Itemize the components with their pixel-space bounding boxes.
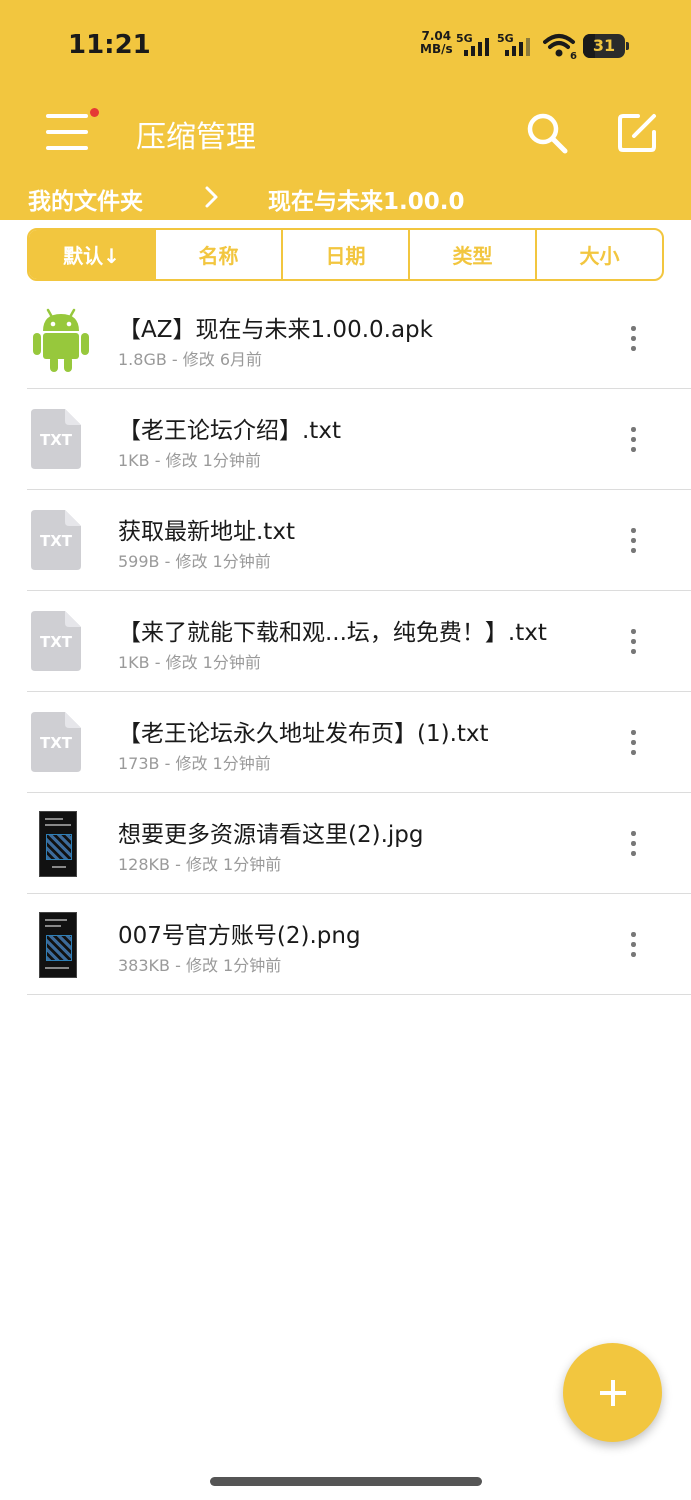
svg-text:TXT: TXT <box>40 633 73 651</box>
file-name: 【AZ】现在与未来1.00.0.apk <box>118 317 433 343</box>
more-options-icon[interactable] <box>623 829 643 859</box>
status-time: 11:21 <box>68 30 151 60</box>
sort-tab-default[interactable]: 默认↓ <box>29 230 156 279</box>
more-options-icon[interactable] <box>623 324 643 354</box>
battery-level: 31 <box>592 36 616 55</box>
breadcrumb: 我的文件夹 现在与未来1.00.0 <box>0 178 691 218</box>
file-row[interactable]: TXT 【老王论坛永久地址发布页】(1).txt 173B - 修改 1分钟前 <box>27 692 691 793</box>
file-row[interactable]: TXT 【来了就能下载和观...坛，纯免费！】.txt 1KB - 修改 1分钟… <box>27 591 691 692</box>
sort-tab-type[interactable]: 类型 <box>410 230 537 279</box>
file-row[interactable]: TXT 获取最新地址.txt 599B - 修改 1分钟前 <box>27 490 691 591</box>
file-meta: 1.8GB - 修改 6月前 <box>118 350 263 369</box>
wifi-badge: 6 <box>570 51 577 61</box>
file-name: 获取最新地址.txt <box>118 519 295 545</box>
file-meta: 128KB - 修改 1分钟前 <box>118 855 282 874</box>
sort-tabs: 默认↓ 名称 日期 类型 大小 <box>27 228 664 281</box>
more-options-icon[interactable] <box>623 526 643 556</box>
txt-file-icon: TXT <box>31 409 81 469</box>
image-thumbnail <box>39 811 77 877</box>
txt-file-icon: TXT <box>31 510 81 570</box>
file-row[interactable]: 想要更多资源请看这里(2).jpg 128KB - 修改 1分钟前 <box>27 793 691 894</box>
search-icon[interactable] <box>524 110 570 156</box>
battery-icon: 31 <box>583 34 629 58</box>
status-bar: 11:21 7.04 MB/s 5G 5G 6 31 <box>0 0 691 90</box>
file-name: 想要更多资源请看这里(2).jpg <box>118 822 424 848</box>
notification-dot <box>90 108 99 117</box>
chevron-right-icon <box>200 180 224 218</box>
more-options-icon[interactable] <box>623 930 643 960</box>
file-name: 【老王论坛永久地址发布页】(1).txt <box>118 721 489 747</box>
more-options-icon[interactable] <box>623 425 643 455</box>
file-meta: 173B - 修改 1分钟前 <box>118 754 271 773</box>
add-fab-button[interactable] <box>563 1343 662 1442</box>
edit-icon[interactable] <box>614 110 660 156</box>
txt-file-icon: TXT <box>31 611 81 671</box>
txt-file-icon: TXT <box>31 712 81 772</box>
file-row[interactable]: 007号官方账号(2).png 383KB - 修改 1分钟前 <box>27 894 691 995</box>
file-row[interactable]: 【AZ】现在与未来1.00.0.apk 1.8GB - 修改 6月前 <box>27 288 691 389</box>
sort-tab-name[interactable]: 名称 <box>156 230 283 279</box>
breadcrumb-current[interactable]: 现在与未来1.00.0 <box>268 182 465 216</box>
svg-text:TXT: TXT <box>40 431 73 449</box>
file-name: 【来了就能下载和观...坛，纯免费！】.txt <box>118 620 547 646</box>
file-meta: 599B - 修改 1分钟前 <box>118 552 271 571</box>
wifi-icon: 6 <box>543 33 579 65</box>
breadcrumb-root[interactable]: 我的文件夹 <box>28 182 143 216</box>
home-indicator[interactable] <box>210 1477 482 1486</box>
svg-text:TXT: TXT <box>40 532 73 550</box>
more-options-icon[interactable] <box>623 728 643 758</box>
file-name: 【老王论坛介绍】.txt <box>118 418 341 444</box>
svg-text:TXT: TXT <box>40 734 73 752</box>
hamburger-menu-icon[interactable] <box>44 108 99 154</box>
file-meta: 1KB - 修改 1分钟前 <box>118 653 261 672</box>
sort-tab-size[interactable]: 大小 <box>537 230 662 279</box>
file-name: 007号官方账号(2).png <box>118 923 361 949</box>
file-list: 【AZ】现在与未来1.00.0.apk 1.8GB - 修改 6月前 TXT 【… <box>0 288 691 995</box>
toolbar: 压缩管理 <box>0 92 691 172</box>
network-speed: 7.04 MB/s <box>420 30 453 56</box>
file-meta: 1KB - 修改 1分钟前 <box>118 451 261 470</box>
android-icon <box>31 306 89 372</box>
network-speed-unit: MB/s <box>420 42 453 56</box>
image-thumbnail <box>39 912 77 978</box>
more-options-icon[interactable] <box>623 627 643 657</box>
file-meta: 383KB - 修改 1分钟前 <box>118 956 282 975</box>
app-header: 11:21 7.04 MB/s 5G 5G 6 31 压缩管理 我的文件夹 现在… <box>0 0 691 220</box>
file-row[interactable]: TXT 【老王论坛介绍】.txt 1KB - 修改 1分钟前 <box>27 389 691 490</box>
page-title: 压缩管理 <box>136 120 256 155</box>
sort-tab-date[interactable]: 日期 <box>283 230 410 279</box>
